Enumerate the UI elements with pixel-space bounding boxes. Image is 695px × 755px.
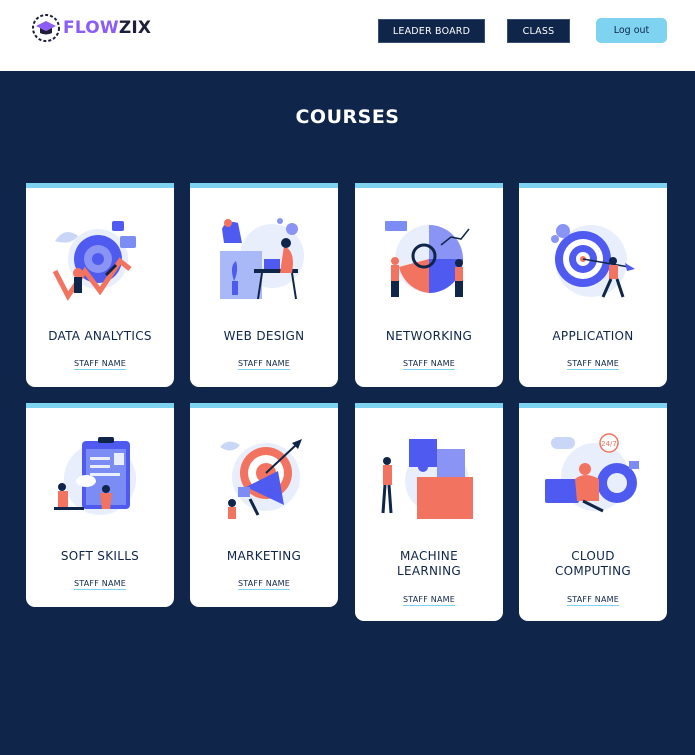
- course-card-soft-skills[interactable]: SOFT SKILLS STAFF NAME: [26, 403, 174, 607]
- card-accent-bar: [519, 403, 667, 408]
- soft-skills-illustration-icon: [54, 437, 136, 515]
- staff-name-link[interactable]: STAFF NAME: [26, 359, 174, 370]
- card-accent-bar: [190, 183, 338, 188]
- course-name: MACHINE LEARNING: [396, 549, 461, 578]
- application-illustration-icon: [551, 224, 635, 298]
- machine-learning-illustration-icon: [381, 439, 473, 519]
- card-accent-bar: [355, 403, 503, 408]
- course-name: DATA ANALYTICS: [48, 329, 152, 343]
- course-name: CLOUD COMPUTING: [554, 549, 632, 578]
- data-analytics-illustration-icon: [52, 221, 136, 301]
- course-card-marketing[interactable]: MARKETING STAFF NAME: [190, 403, 338, 607]
- course-card-data-analytics[interactable]: DATA ANALYTICS STAFF NAME: [26, 183, 174, 387]
- card-accent-bar: [26, 403, 174, 408]
- staff-name-text: STAFF NAME: [403, 359, 455, 370]
- course-name: SOFT SKILLS: [60, 549, 140, 563]
- staff-name-text: STAFF NAME: [567, 359, 619, 370]
- staff-name-link[interactable]: STAFF NAME: [190, 359, 338, 370]
- card-accent-bar: [355, 183, 503, 188]
- course-card-application[interactable]: APPLICATION STAFF NAME: [519, 183, 667, 387]
- staff-name-text: STAFF NAME: [403, 595, 455, 606]
- svg-text:24/7: 24/7: [601, 440, 617, 448]
- staff-name-link[interactable]: STAFF NAME: [26, 579, 174, 590]
- staff-name-link[interactable]: STAFF NAME: [519, 359, 667, 370]
- graduation-cap-icon: [32, 14, 60, 42]
- card-accent-bar: [190, 403, 338, 408]
- card-accent-bar: [26, 183, 174, 188]
- course-name: NETWORKING: [385, 329, 473, 343]
- staff-name-text: STAFF NAME: [238, 359, 290, 370]
- course-card-cloud-computing[interactable]: 24/7 CLOUD COMPUTING STAFF NAME: [519, 403, 667, 621]
- logo[interactable]: FLOWZIX: [31, 13, 151, 43]
- staff-name-text: STAFF NAME: [74, 579, 126, 590]
- web-design-illustration-icon: [220, 218, 304, 300]
- top-bar: FLOWZIX LEADER BOARD CLASS Log out: [0, 0, 695, 71]
- course-card-machine-learning[interactable]: MACHINE LEARNING STAFF NAME: [355, 403, 503, 621]
- logo-text-part2: ZIX: [118, 18, 152, 38]
- courses-section: COURSES DATA ANALYTICS STAFF NAME WEB DE…: [0, 71, 695, 755]
- course-name: WEB DESIGN: [223, 329, 305, 343]
- staff-name-link[interactable]: STAFF NAME: [355, 359, 503, 370]
- staff-name-text: STAFF NAME: [238, 579, 290, 590]
- networking-illustration-icon: [385, 221, 470, 297]
- course-card-web-design[interactable]: WEB DESIGN STAFF NAME: [190, 183, 338, 387]
- page-title: COURSES: [295, 106, 400, 128]
- logout-button[interactable]: Log out: [596, 18, 667, 43]
- staff-name-text: STAFF NAME: [567, 595, 619, 606]
- staff-name-link[interactable]: STAFF NAME: [355, 595, 503, 606]
- course-name: APPLICATION: [552, 329, 634, 343]
- staff-name-text: STAFF NAME: [74, 359, 126, 370]
- class-button[interactable]: CLASS: [507, 19, 570, 43]
- cloud-computing-illustration-icon: 24/7: [545, 433, 639, 513]
- course-card-networking[interactable]: NETWORKING STAFF NAME: [355, 183, 503, 387]
- card-accent-bar: [519, 183, 667, 188]
- staff-name-link[interactable]: STAFF NAME: [190, 579, 338, 590]
- logo-text: FLOWZIX: [63, 18, 151, 38]
- marketing-illustration-icon: [220, 439, 302, 519]
- course-name: MARKETING: [226, 549, 302, 563]
- leader-board-button[interactable]: LEADER BOARD: [378, 19, 485, 43]
- logo-text-part1: FLOW: [63, 18, 119, 38]
- staff-name-link[interactable]: STAFF NAME: [519, 595, 667, 606]
